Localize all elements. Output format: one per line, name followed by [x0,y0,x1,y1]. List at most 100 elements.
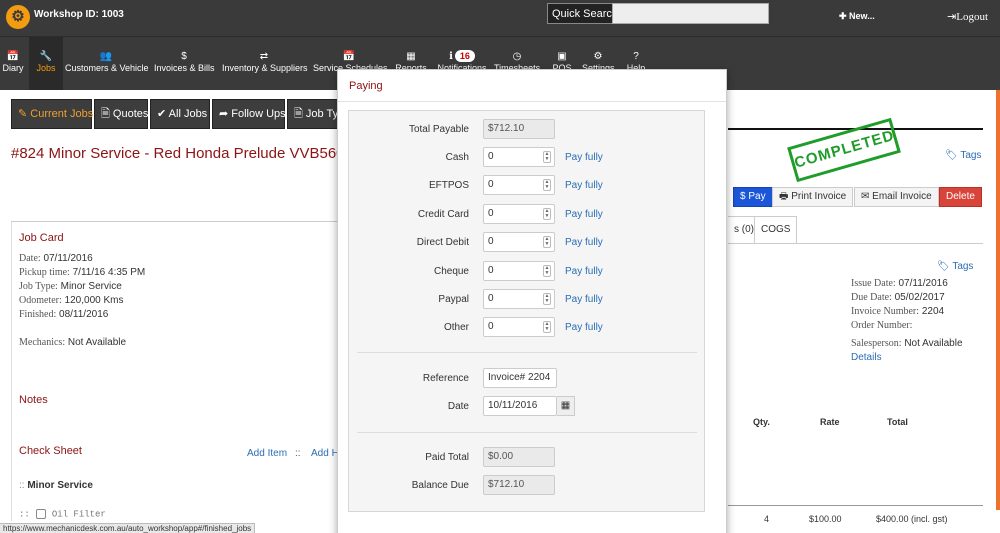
paid-total-field: $0.00 [483,447,555,467]
paid-total-label: Paid Total [425,452,469,463]
nav-label: Invoices & Bills [154,63,215,73]
tab-job-types[interactable]: 🗎 Job Typ [287,99,344,129]
paying-modal: Paying Total Payable $712.10 Cash 0 ▲ ▼ Pa… [337,69,727,533]
nav-jobs[interactable]: 🔧 Jobs [29,36,63,90]
job-mechanics: Mechanics: Not Available [19,337,127,348]
calendar-icon[interactable]: ▦ [557,396,575,416]
tab-current-jobs[interactable]: ✎ Current Jobs [11,99,93,129]
notification-count-badge: 16 [454,50,475,62]
other-pay-fully-link[interactable]: Pay fully [565,322,603,333]
gears-icon: ⚙ [593,51,603,62]
reference-input[interactable]: Invoice# 2204 [483,368,557,388]
nav-diary[interactable]: 📅 Diary [0,36,26,90]
nav-customers-vehicle[interactable]: 👥 Customers & Vehicle [65,36,149,90]
tab-quotes[interactable]: 🗎 Quotes [94,99,148,129]
eftpos-label: EFTPOS [428,180,469,191]
tags-link[interactable]: 🏷 Tags [945,150,981,161]
job-date: Date: 07/11/2016 [19,253,93,264]
table-divider [728,505,983,506]
spinner-icon[interactable]: ▲ ▼ [543,151,551,163]
nav-invoices-bills[interactable]: $ Invoices & Bills [154,36,215,90]
logout-label: Logout [956,11,988,23]
email-invoice-button[interactable]: ✉ Email Invoice [854,187,939,207]
chart-icon: ▦ [406,51,416,62]
spinner-icon[interactable]: ▲ ▼ [543,293,551,305]
total-payable-field: $712.10 [483,119,555,139]
exchange-icon: ⇄ [259,51,269,62]
spinner-icon[interactable]: ▲ ▼ [543,179,551,191]
nav-inventory-suppliers[interactable]: ⇄ Inventory & Suppliers [222,36,308,90]
paypal-input[interactable]: 0 ▲ ▼ [483,289,555,309]
new-button[interactable]: ✚ New... [839,11,875,22]
users-icon: 👥 [99,51,113,62]
quick-search-input[interactable] [612,3,769,24]
tab-cogs[interactable]: COGS [754,216,798,243]
check-sheet-item: :: Oil Filter [19,509,106,520]
paypal-pay-fully-link[interactable]: Pay fully [565,294,603,305]
pos-icon: ▣ [557,51,567,62]
tab-all-jobs[interactable]: ✔ All Jobs [150,99,210,129]
tag-icon: 🏷 [945,150,958,161]
invoice-tags-link[interactable]: 🏷 Tags [937,261,973,272]
nav-label: Jobs [36,63,56,73]
cheque-pay-fully-link[interactable]: Pay fully [565,266,603,277]
nav-label: Inventory & Suppliers [222,63,308,73]
print-invoice-button[interactable]: 🖶 Print Invoice [772,187,854,207]
question-icon: ? [633,51,639,62]
job-finished: Finished: 08/11/2016 [19,309,109,320]
cash-pay-fully-link[interactable]: Pay fully [565,152,603,163]
eftpos-input[interactable]: 0 ▲ ▼ [483,175,555,195]
tab-follow-ups[interactable]: ➦ Follow Ups [212,99,286,129]
add-item-link[interactable]: Add Item [247,448,287,459]
spinner-icon[interactable]: ▲ ▼ [543,208,551,220]
spinner-icon[interactable]: ▲ ▼ [543,236,551,248]
cheque-input[interactable]: 0 ▲ ▼ [483,261,555,281]
status-bar-url: https://www.mechanicdesk.com.au/auto_wor… [0,523,256,533]
job-odometer: Odometer: 120,000 Kms [19,295,124,306]
row-rate: $100.00 [809,514,842,524]
cheque-label: Cheque [433,266,469,277]
drag-handle-icon[interactable]: :: [19,480,25,491]
salesperson: Salesperson: Not Available [851,338,963,349]
total-payable-label: Total Payable [408,124,469,135]
check-sheet-section: :: Minor Service [19,480,93,491]
spinner-icon[interactable]: ▲ ▼ [543,265,551,277]
dollar-icon: $ [181,51,187,62]
due-date: Due Date: 05/02/2017 [851,292,945,303]
gear-logo-icon[interactable]: ⚙ [6,5,30,29]
eftpos-pay-fully-link[interactable]: Pay fully [565,180,603,191]
top-bar: ⚙ Workshop ID: 1003 Quick Search ✚ New..… [0,0,1000,36]
logout-button[interactable]: ⇥Logout [947,10,988,23]
direct-debit-pay-fully-link[interactable]: Pay fully [565,237,603,248]
credit-card-pay-fully-link[interactable]: Pay fully [565,209,603,220]
drag-handle-icon[interactable]: :: [19,509,30,519]
other-input[interactable]: 0 ▲ ▼ [483,317,555,337]
add-heading-link[interactable]: Add H [311,448,339,459]
direct-debit-input[interactable]: 0 ▲ ▼ [483,232,555,252]
nav-label: Diary [2,63,24,73]
delete-button[interactable]: Delete [939,187,982,207]
quick-search-label: Quick Search [547,3,623,24]
nav-label: Customers & Vehicle [65,63,149,73]
spinner-icon[interactable]: ▲ ▼ [543,321,551,333]
cash-label: Cash [445,152,469,163]
column-header-total: Total [887,417,908,427]
row-total: $400.00 (incl. gst) [876,514,948,524]
direct-debit-label: Direct Debit [416,237,469,248]
credit-card-input[interactable]: 0 ▲ ▼ [483,204,555,224]
job-pickup-time: Pickup time: 7/11/16 4:35 PM [19,267,146,278]
workshop-id: Workshop ID: 1003 [34,9,124,20]
cash-input[interactable]: 0 ▲ ▼ [483,147,555,167]
calendar-icon: 📅 [6,51,20,62]
date-input[interactable]: 10/11/2016 [483,396,557,416]
row-qty: 4 [764,514,770,524]
balance-due-label: Balance Due [411,480,469,491]
page-title: #824 Minor Service - Red Honda Prelude V… [11,145,345,162]
pay-button[interactable]: $ Pay [733,187,773,207]
order-number: Order Number: [851,320,913,331]
reference-label: Reference [422,373,469,384]
details-link[interactable]: Details [851,352,882,363]
invoice-number: Invoice Number: 2204 [851,306,945,317]
tag-icon: 🏷 [937,261,950,272]
item-checkbox[interactable] [35,509,46,519]
